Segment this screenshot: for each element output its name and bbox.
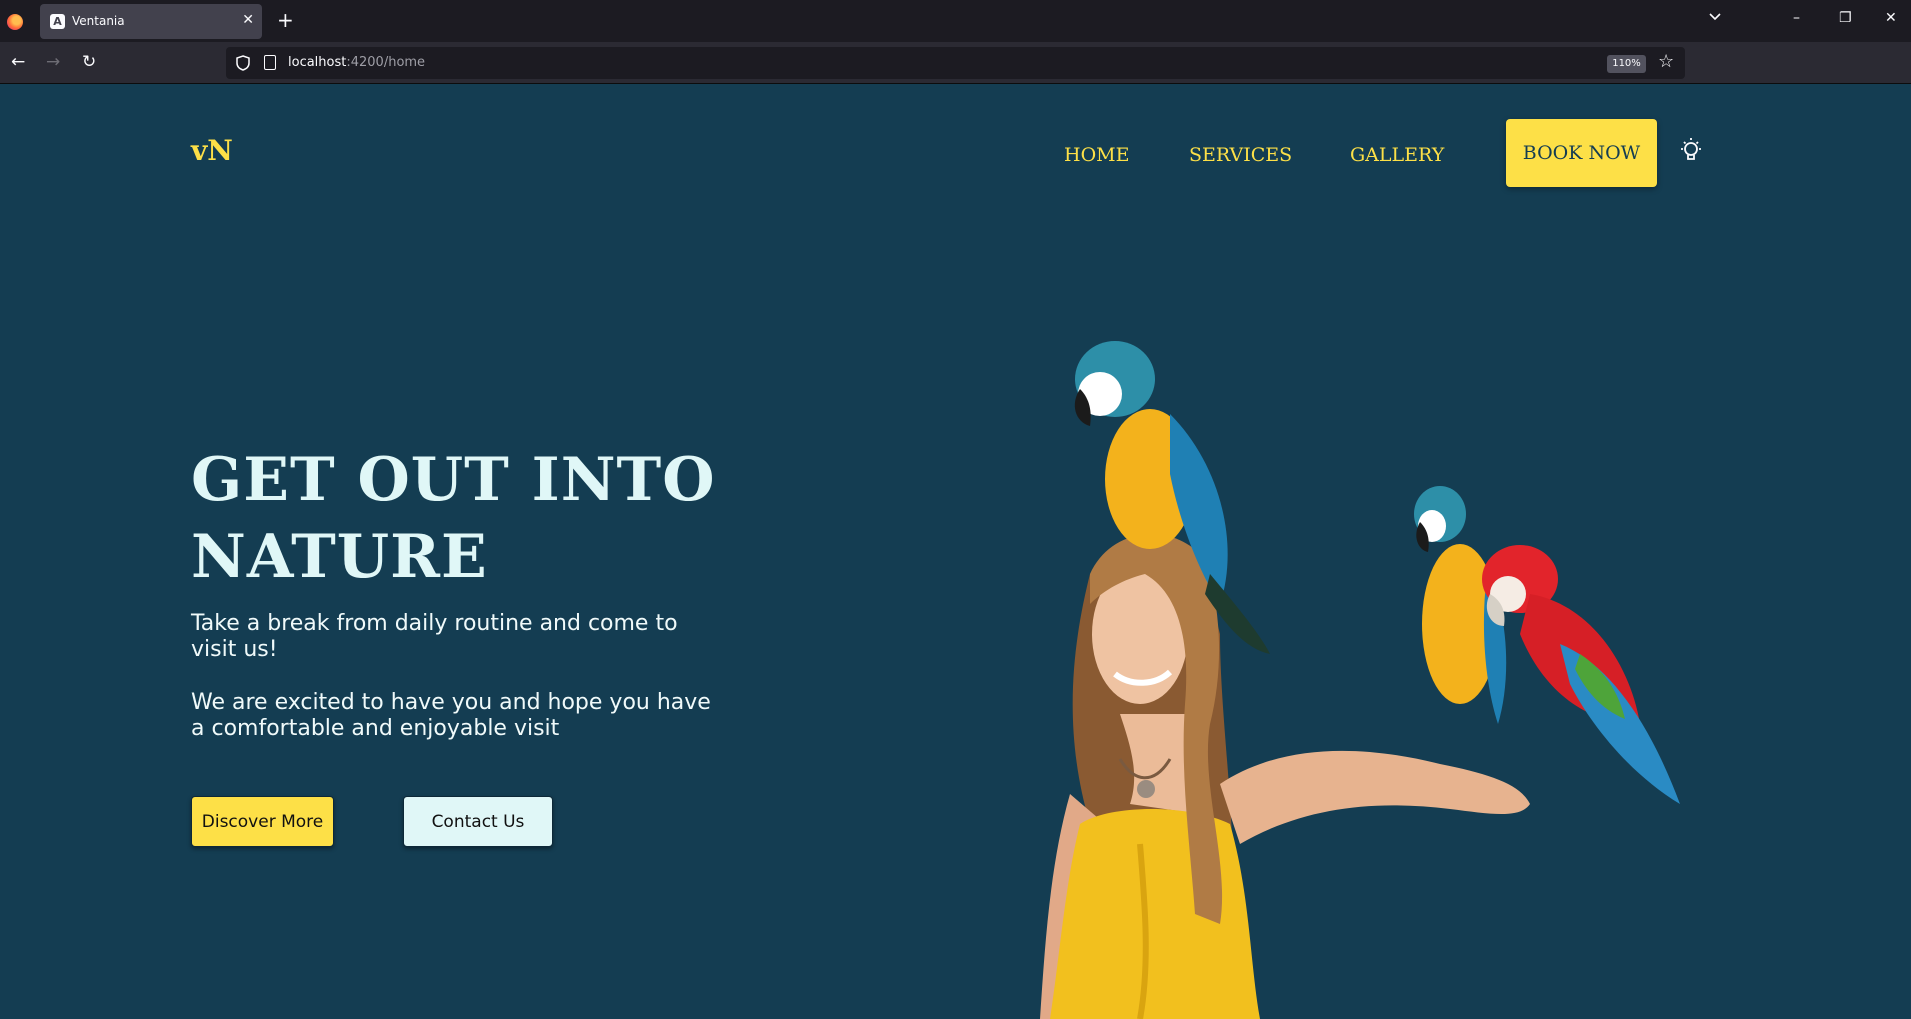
restore-icon[interactable]: ❐ [1839, 10, 1852, 26]
hero-woman-with-parrots-image [1040, 341, 1680, 1019]
nav-services-link[interactable]: SERVICES [1189, 144, 1292, 166]
angular-favicon-icon: A [50, 14, 65, 29]
hero-paragraph-1: Take a break from daily routine and come… [191, 611, 678, 662]
nav-home-link[interactable]: HOME [1064, 144, 1129, 166]
tab-title: Ventania [72, 14, 125, 28]
browser-tab-strip: A Ventania ✕ + – ❐ ✕ [0, 0, 1911, 42]
hero-title-line1: GET OUT INTO [191, 445, 716, 515]
contact-us-button[interactable]: Contact Us [403, 796, 553, 847]
close-window-icon[interactable]: ✕ [1885, 10, 1897, 26]
url-text[interactable]: localhost:4200/home [288, 55, 425, 70]
theme-toggle-lightbulb-icon[interactable] [1678, 136, 1704, 166]
hero-title-line2: NATURE [191, 522, 488, 592]
bookmark-star-icon[interactable]: ☆ [1658, 51, 1674, 72]
minimize-icon[interactable]: – [1793, 10, 1800, 26]
hero-paragraph-2: We are excited to have you and hope you … [191, 690, 711, 741]
forward-icon[interactable]: → [46, 52, 60, 72]
list-all-tabs-icon[interactable] [1708, 10, 1722, 24]
firefox-logo-icon[interactable] [7, 14, 23, 30]
close-tab-icon[interactable]: ✕ [242, 12, 254, 28]
zoom-level-badge[interactable]: 110% [1607, 55, 1646, 73]
new-tab-icon[interactable]: + [277, 8, 294, 32]
back-icon[interactable]: ← [11, 52, 25, 72]
site-logo[interactable]: vN [191, 134, 233, 167]
reload-icon[interactable]: ↻ [82, 52, 96, 72]
hero-title: GET OUT INTO NATURE [191, 442, 791, 596]
address-bar[interactable]: localhost:4200/home [226, 47, 1685, 79]
book-now-button[interactable]: BOOK NOW [1506, 119, 1657, 187]
page-info-icon[interactable] [264, 55, 276, 70]
tracking-protection-shield-icon[interactable] [236, 55, 250, 71]
discover-more-button[interactable]: Discover More [191, 796, 334, 847]
browser-tab[interactable]: A Ventania ✕ [40, 4, 262, 39]
nav-gallery-link[interactable]: GALLERY [1350, 144, 1444, 166]
web-page: vN HOME SERVICES GALLERY BOOK NOW GET OU… [0, 84, 1911, 1019]
